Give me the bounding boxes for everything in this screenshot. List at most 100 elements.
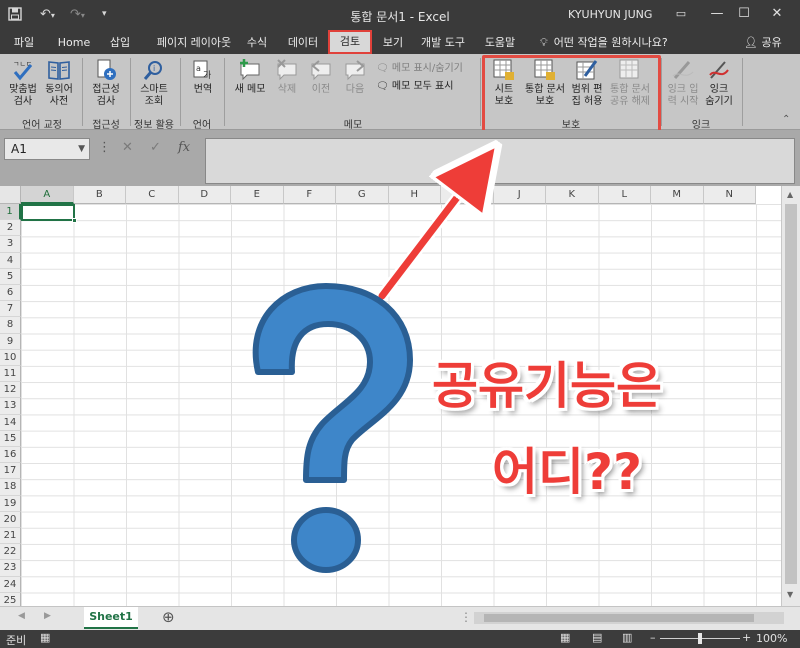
sheet-tab-sheet1[interactable]: Sheet1 (84, 607, 138, 629)
row-header-22[interactable]: 22 (0, 544, 21, 561)
column-header-k[interactable]: K (546, 186, 599, 204)
row-header-2[interactable]: 2 (0, 220, 21, 237)
cancel-icon[interactable]: ✕ (122, 140, 133, 155)
thesaurus-button[interactable]: 동의어 사전 (42, 58, 76, 108)
column-header-l[interactable]: L (598, 186, 651, 204)
row-header-8[interactable]: 8 (0, 317, 21, 334)
row-header-17[interactable]: 17 (0, 463, 21, 480)
column-header-c[interactable]: C (126, 186, 179, 204)
row-header-13[interactable]: 13 (0, 398, 21, 415)
row-header-14[interactable]: 14 (0, 414, 21, 431)
column-header-n[interactable]: N (703, 186, 756, 204)
tab-view[interactable]: 보기 (378, 34, 408, 52)
enter-icon[interactable]: ✓ (150, 140, 161, 155)
hide-ink-button[interactable]: 잉크 숨기기 (702, 58, 736, 108)
row-header-10[interactable]: 10 (0, 349, 21, 366)
next-comment-button[interactable]: 다음 (340, 58, 370, 96)
row-header-9[interactable]: 9 (0, 333, 21, 350)
collapse-ribbon-icon[interactable]: ⌃ (782, 114, 790, 125)
column-header-f[interactable]: F (283, 186, 336, 204)
tell-me-box[interactable]: 💡︎ 어떤 작업을 원하시나요? (540, 34, 668, 52)
smart-lookup-button[interactable]: i 스마트 조회 (134, 58, 174, 108)
tab-page-layout[interactable]: 페이지 레이아웃 (148, 34, 240, 52)
zoom-slider-thumb[interactable] (698, 633, 702, 644)
scroll-up-icon[interactable]: ▲ (787, 190, 793, 199)
zoom-out-icon[interactable]: – (650, 631, 656, 644)
minimize-icon[interactable]: — (706, 4, 728, 24)
insert-function-icon[interactable]: fx (178, 140, 190, 155)
page-layout-view-icon[interactable]: ▤ (592, 631, 602, 644)
add-sheet-icon[interactable]: ⊕ (162, 608, 175, 626)
row-header-21[interactable]: 21 (0, 528, 21, 545)
row-header-12[interactable]: 12 (0, 382, 21, 399)
previous-comment-button[interactable]: 이전 (306, 58, 336, 96)
smart-lookup-label-2: 조회 (144, 96, 164, 107)
next-sheet-icon[interactable]: ▶ (44, 611, 51, 621)
row-header-4[interactable]: 4 (0, 252, 21, 269)
tab-help[interactable]: 도움말 (480, 34, 520, 52)
tab-formulas[interactable]: 수식 (242, 34, 272, 52)
translate-button[interactable]: a가 번역 (186, 58, 220, 96)
column-header-h[interactable]: H (388, 186, 441, 204)
vertical-scroll-thumb[interactable] (785, 204, 797, 584)
zoom-in-icon[interactable]: + (742, 631, 751, 644)
horizontal-scrollbar[interactable] (474, 612, 784, 624)
zoom-level[interactable]: 100% (756, 632, 787, 645)
prev-sheet-icon[interactable]: ◀ (18, 611, 25, 621)
row-header-11[interactable]: 11 (0, 366, 21, 383)
select-all-corner[interactable] (0, 186, 21, 204)
row-header-20[interactable]: 20 (0, 511, 21, 528)
scroll-down-icon[interactable]: ▼ (787, 590, 793, 599)
row-header-24[interactable]: 24 (0, 576, 21, 593)
column-header-e[interactable]: E (231, 186, 284, 204)
page-break-view-icon[interactable]: ▥ (622, 631, 632, 644)
horizontal-scroll-thumb[interactable] (484, 614, 754, 622)
column-header-g[interactable]: G (336, 186, 389, 204)
column-header-j[interactable]: J (493, 186, 546, 204)
row-header-1[interactable]: 1 (0, 204, 21, 221)
user-name[interactable]: KYUHYUN JUNG (568, 8, 652, 21)
macro-record-icon[interactable]: ▦ (40, 631, 50, 644)
check-accessibility-button[interactable]: 접근성 검사 (86, 58, 126, 108)
ribbon-display-icon[interactable]: ▭ (670, 4, 692, 24)
row-header-3[interactable]: 3 (0, 236, 21, 253)
formula-input[interactable] (205, 138, 795, 184)
column-header-m[interactable]: M (651, 186, 704, 204)
close-icon[interactable]: ✕ (766, 4, 788, 24)
column-header-i[interactable]: I (441, 186, 494, 204)
show-hide-comment-button[interactable]: 🗨︎ 메모 표시/숨기기 (376, 59, 463, 74)
row-header-7[interactable]: 7 (0, 301, 21, 318)
spelling-button[interactable]: ㄱㄴㄷ 맞춤법 검사 (6, 58, 40, 108)
share-button[interactable]: 👤︎ 공유 (744, 34, 782, 52)
start-inking-button[interactable]: 잉크 입 력 시작 (664, 58, 702, 108)
vertical-scrollbar[interactable]: ▲ ▼ (781, 186, 800, 606)
normal-view-icon[interactable]: ▦ (560, 631, 570, 644)
column-header-a[interactable]: A (21, 186, 74, 204)
fill-handle[interactable] (72, 218, 77, 223)
show-all-comments-button[interactable]: 🗨︎ 메모 모두 표시 (376, 77, 453, 92)
name-box[interactable]: A1 ▼ (4, 138, 90, 160)
row-header-16[interactable]: 16 (0, 447, 21, 464)
row-header-18[interactable]: 18 (0, 479, 21, 496)
new-comment-button[interactable]: 새 메모 (230, 58, 270, 96)
tab-home[interactable]: Home (56, 34, 92, 52)
tab-review[interactable]: 검토 (328, 30, 372, 54)
restore-icon[interactable]: ☐ (733, 4, 755, 24)
tab-file[interactable]: 파일 (8, 34, 40, 52)
tab-data[interactable]: 데이터 (284, 34, 322, 52)
active-cell[interactable] (21, 204, 75, 221)
column-header-d[interactable]: D (178, 186, 231, 204)
more-options-icon[interactable]: ⋮ (98, 140, 111, 155)
column-header-b[interactable]: B (73, 186, 126, 204)
tab-developer[interactable]: 개발 도구 (418, 34, 468, 52)
row-header-15[interactable]: 15 (0, 430, 21, 447)
tab-split-handle[interactable]: ⋮ (460, 610, 472, 624)
row-header-5[interactable]: 5 (0, 268, 21, 285)
row-header-6[interactable]: 6 (0, 285, 21, 302)
row-header-23[interactable]: 23 (0, 560, 21, 577)
row-header-25[interactable]: 25 (0, 592, 21, 606)
row-header-19[interactable]: 19 (0, 495, 21, 512)
cells-area[interactable] (21, 204, 781, 606)
tab-insert[interactable]: 삽입 (104, 34, 136, 52)
delete-comment-button[interactable]: 삭제 (272, 58, 302, 96)
